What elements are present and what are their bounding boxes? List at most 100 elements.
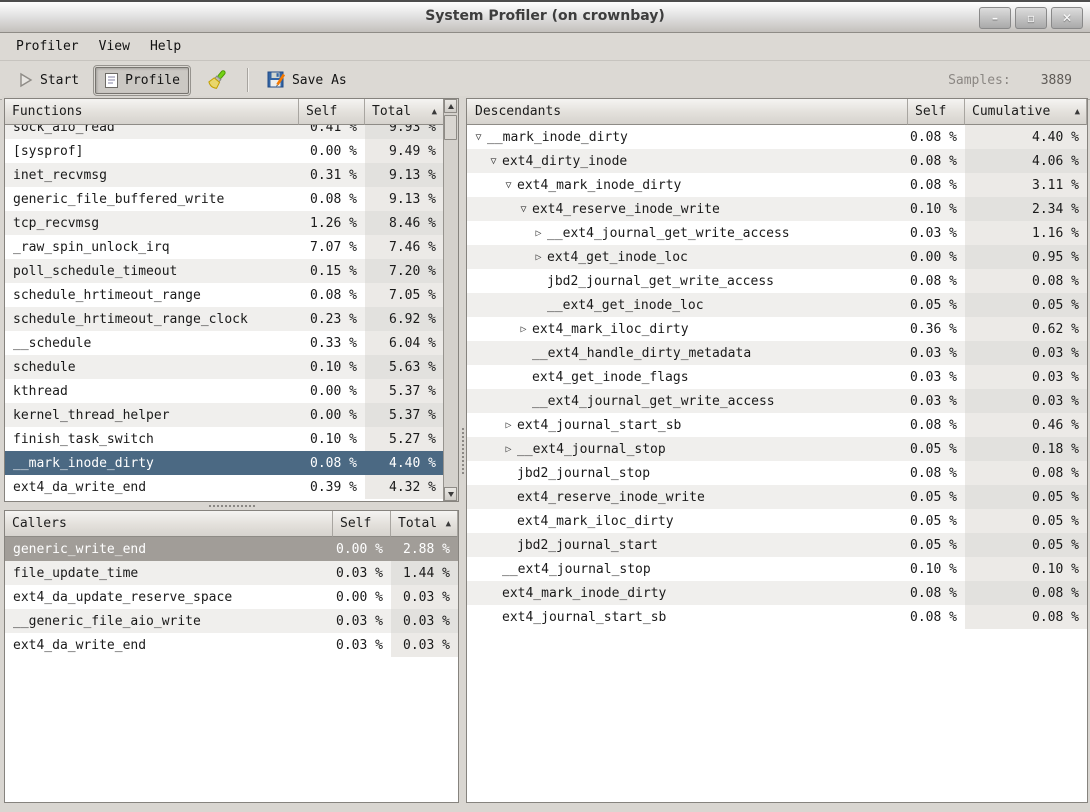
descendant-row[interactable]: jbd2_journal_stop0.08 %0.08 %: [467, 461, 1087, 485]
function-row[interactable]: schedule0.10 %5.63 %: [5, 355, 444, 379]
cell-function-name: ext4_da_write_end: [5, 633, 333, 657]
descendant-row[interactable]: ▽ext4_mark_inode_dirty0.08 %3.11 %: [467, 173, 1087, 197]
descendant-name-label: ext4_reserve_inode_write: [532, 197, 720, 221]
descendant-row[interactable]: ext4_get_inode_flags0.03 %0.03 %: [467, 365, 1087, 389]
function-row[interactable]: __mark_inode_dirty0.08 %4.40 %: [5, 451, 444, 475]
tree-expander-open-icon[interactable]: ▽: [471, 125, 486, 149]
tree-indent: [471, 485, 501, 509]
callers-total-column-header[interactable]: Total ▲: [391, 511, 458, 537]
tree-expander-open-icon[interactable]: ▽: [516, 197, 531, 221]
cell-self-percent: 0.08 %: [908, 149, 965, 173]
tree-expander-closed-icon[interactable]: ▷: [501, 437, 516, 461]
cell-self-percent: 0.03 %: [908, 341, 965, 365]
minimize-button[interactable]: –: [979, 7, 1011, 29]
descendant-row[interactable]: __ext4_get_inode_loc0.05 %0.05 %: [467, 293, 1087, 317]
descendant-row[interactable]: ▷ext4_get_inode_loc0.00 %0.95 %: [467, 245, 1087, 269]
cell-function-name: __ext4_journal_stop: [467, 557, 908, 581]
cell-function-name: kthread: [5, 379, 299, 403]
function-row[interactable]: finish_task_switch0.10 %5.27 %: [5, 427, 444, 451]
cell-cumulative-percent: 4.40 %: [965, 125, 1087, 149]
function-row[interactable]: sock_aio_read0.41 %9.93 %: [5, 125, 444, 139]
descendant-row[interactable]: __ext4_handle_dirty_metadata0.03 %0.03 %: [467, 341, 1087, 365]
descendant-row[interactable]: jbd2_journal_get_write_access0.08 %0.08 …: [467, 269, 1087, 293]
descendant-row[interactable]: ▽__mark_inode_dirty0.08 %4.40 %: [467, 125, 1087, 149]
cell-function-name: ▽__mark_inode_dirty: [467, 125, 908, 149]
cell-function-name: __generic_file_aio_write: [5, 609, 333, 633]
functions-scrollbar[interactable]: [443, 99, 458, 501]
window-title: System Profiler (on crownbay): [0, 8, 1090, 24]
tree-expander-closed-icon[interactable]: ▷: [501, 413, 516, 437]
descendant-row[interactable]: ext4_reserve_inode_write0.05 %0.05 %: [467, 485, 1087, 509]
descendant-row[interactable]: ▷__ext4_journal_get_write_access0.03 %1.…: [467, 221, 1087, 245]
caller-row[interactable]: ext4_da_update_reserve_space0.00 %0.03 %: [5, 585, 458, 609]
functions-column-header[interactable]: Functions: [5, 99, 299, 125]
descendant-row[interactable]: ▽ext4_dirty_inode0.08 %4.06 %: [467, 149, 1087, 173]
function-row[interactable]: generic_file_buffered_write0.08 %9.13 %: [5, 187, 444, 211]
descendant-row[interactable]: ext4_journal_start_sb0.08 %0.08 %: [467, 605, 1087, 629]
menu-profiler[interactable]: Profiler: [6, 35, 89, 58]
function-row[interactable]: poll_schedule_timeout0.15 %7.20 %: [5, 259, 444, 283]
cell-cumulative-percent: 0.08 %: [965, 269, 1087, 293]
descendant-row[interactable]: ▷ext4_journal_start_sb0.08 %0.46 %: [467, 413, 1087, 437]
function-row[interactable]: inet_recvmsg0.31 %9.13 %: [5, 163, 444, 187]
caller-row[interactable]: file_update_time0.03 %1.44 %: [5, 561, 458, 585]
tree-indent: [471, 317, 516, 341]
callers-column-header[interactable]: Callers: [5, 511, 333, 537]
menu-help[interactable]: Help: [140, 35, 191, 58]
cell-sorted-percent: 6.04 %: [365, 331, 444, 355]
menu-view[interactable]: View: [89, 35, 140, 58]
callers-self-column-header[interactable]: Self: [333, 511, 391, 537]
tree-expander-closed-icon[interactable]: ▷: [531, 245, 546, 269]
descendant-row[interactable]: ext4_mark_iloc_dirty0.05 %0.05 %: [467, 509, 1087, 533]
cell-self-percent: 0.08 %: [908, 269, 965, 293]
cell-function-name: jbd2_journal_get_write_access: [467, 269, 908, 293]
descendant-row[interactable]: __ext4_journal_get_write_access0.03 %0.0…: [467, 389, 1087, 413]
descendants-column-header[interactable]: Descendants: [467, 99, 908, 125]
horizontal-pane-splitter[interactable]: [4, 502, 459, 510]
caller-row[interactable]: generic_write_end0.00 %2.88 %: [5, 537, 458, 561]
clear-button[interactable]: [197, 64, 237, 96]
tree-expander-open-icon[interactable]: ▽: [501, 173, 516, 197]
tree-expander-placeholder: [501, 509, 516, 533]
functions-total-column-header[interactable]: Total ▲: [365, 99, 444, 125]
tree-expander-closed-icon[interactable]: ▷: [516, 317, 531, 341]
save-as-button-label: Save As: [292, 73, 347, 88]
scroll-down-icon[interactable]: [444, 487, 457, 501]
start-button[interactable]: Start: [10, 68, 87, 92]
caller-row[interactable]: __generic_file_aio_write0.03 %0.03 %: [5, 609, 458, 633]
function-row[interactable]: [sysprof]0.00 %9.49 %: [5, 139, 444, 163]
cell-cumulative-percent: 0.08 %: [965, 581, 1087, 605]
descendant-row[interactable]: ▷ext4_mark_iloc_dirty0.36 %0.62 %: [467, 317, 1087, 341]
close-button[interactable]: ✕: [1051, 7, 1083, 29]
caller-row[interactable]: ext4_da_write_end0.03 %0.03 %: [5, 633, 458, 657]
function-row[interactable]: kthread0.00 %5.37 %: [5, 379, 444, 403]
cell-function-name: schedule_hrtimeout_range: [5, 283, 299, 307]
function-row[interactable]: _raw_spin_unlock_irq7.07 %7.46 %: [5, 235, 444, 259]
function-row[interactable]: schedule_hrtimeout_range_clock0.23 %6.92…: [5, 307, 444, 331]
scrollbar-thumb[interactable]: [444, 115, 457, 140]
descendant-row[interactable]: __ext4_journal_stop0.10 %0.10 %: [467, 557, 1087, 581]
functions-self-column-header[interactable]: Self: [299, 99, 365, 125]
descendant-row[interactable]: ▷__ext4_journal_stop0.05 %0.18 %: [467, 437, 1087, 461]
function-row[interactable]: ext4_da_write_end0.39 %4.32 %: [5, 475, 444, 499]
tree-expander-closed-icon[interactable]: ▷: [531, 221, 546, 245]
function-row[interactable]: kernel_thread_helper0.00 %5.37 %: [5, 403, 444, 427]
descendant-row[interactable]: jbd2_journal_start0.05 %0.05 %: [467, 533, 1087, 557]
function-row[interactable]: __schedule0.33 %6.04 %: [5, 331, 444, 355]
tree-indent: [471, 437, 501, 461]
function-row[interactable]: schedule_hrtimeout_range0.08 %7.05 %: [5, 283, 444, 307]
cell-function-name: poll_schedule_timeout: [5, 259, 299, 283]
maximize-button[interactable]: ▫: [1015, 7, 1047, 29]
cell-self-percent: 0.03 %: [333, 633, 391, 657]
descendant-row[interactable]: ▽ext4_reserve_inode_write0.10 %2.34 %: [467, 197, 1087, 221]
function-row[interactable]: tcp_recvmsg1.26 %8.46 %: [5, 211, 444, 235]
descendants-cumulative-column-header[interactable]: Cumulative ▲: [965, 99, 1087, 125]
scroll-up-icon[interactable]: [444, 99, 457, 113]
save-as-button[interactable]: Save As: [259, 67, 355, 94]
profile-toggle-button[interactable]: Profile: [95, 67, 189, 94]
vertical-pane-splitter[interactable]: [459, 98, 466, 803]
tree-expander-open-icon[interactable]: ▽: [486, 149, 501, 173]
descendants-self-column-header[interactable]: Self: [908, 99, 965, 125]
descendant-row[interactable]: ext4_mark_inode_dirty0.08 %0.08 %: [467, 581, 1087, 605]
cell-sorted-percent: 5.37 %: [365, 403, 444, 427]
